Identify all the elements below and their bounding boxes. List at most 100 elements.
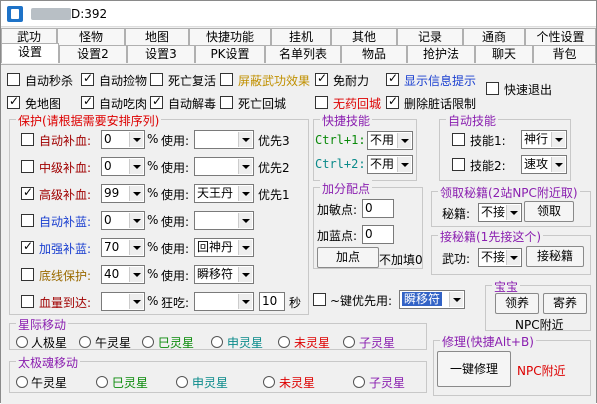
del-dirty-checkbox[interactable] (386, 94, 399, 109)
mp-auto-value[interactable]: 0 (101, 211, 145, 230)
hp-mid-value[interactable]: 0 (101, 157, 145, 176)
skill1-checkbox[interactable] (452, 133, 465, 146)
add-point-button[interactable]: 加点 (317, 247, 379, 268)
mp-strong-value[interactable]: 70 (101, 238, 145, 257)
taiji-radio-1[interactable] (96, 376, 108, 388)
tab-settings[interactable]: 设置 (1, 43, 59, 63)
chevron-down-icon[interactable] (238, 213, 252, 228)
ctrl1-select[interactable]: 不用 (367, 131, 413, 150)
star-radio-5[interactable] (343, 336, 355, 348)
chevron-down-icon[interactable] (449, 292, 463, 307)
no-stamina-checkbox[interactable] (315, 71, 328, 86)
star-radio-0[interactable] (16, 336, 28, 348)
skill2-select[interactable]: 速攻 (521, 155, 567, 174)
tab-afk[interactable]: 挂机 (271, 28, 331, 46)
tab-settings2[interactable]: 设置2 (59, 45, 127, 63)
star-radio-3[interactable] (211, 336, 223, 348)
tab-pk-settings[interactable]: PK设置 (195, 45, 265, 63)
chevron-down-icon[interactable] (129, 213, 143, 228)
tab-other[interactable]: 其他 (331, 28, 397, 46)
chevron-down-icon[interactable] (129, 186, 143, 201)
hp-high-value[interactable]: 99 (101, 184, 145, 203)
taiji-radio-4[interactable] (353, 376, 365, 388)
chevron-down-icon[interactable] (129, 159, 143, 174)
baseline-checkbox[interactable] (21, 268, 34, 281)
tab-bag[interactable]: 背包 (533, 45, 596, 63)
hotkey-checkbox[interactable] (313, 293, 326, 306)
taiji-radio-0[interactable] (16, 376, 28, 388)
tab-record[interactable]: 记录 (397, 28, 463, 46)
repair-button[interactable]: 一键修理 (437, 351, 511, 387)
tab-shortcut[interactable]: 快捷功能 (189, 28, 271, 46)
taiji-radio-3[interactable] (263, 376, 275, 388)
taiji-radio-2[interactable] (176, 376, 188, 388)
chevron-down-icon[interactable] (506, 250, 520, 265)
baseline-value[interactable]: 40 (101, 265, 145, 284)
chevron-down-icon[interactable] (129, 132, 143, 147)
hp-reach-checkbox[interactable] (21, 295, 34, 308)
no-med-return-checkbox[interactable] (315, 96, 328, 109)
auto-pick-checkbox[interactable] (81, 71, 94, 86)
no-map-checkbox[interactable] (7, 94, 20, 109)
star-radio-4[interactable] (278, 336, 290, 348)
die-revive-checkbox[interactable] (150, 73, 163, 86)
auto-detox-checkbox[interactable] (150, 94, 163, 109)
baseline-item[interactable]: 瞬移符 (194, 265, 254, 284)
auto-kill-checkbox[interactable] (7, 73, 20, 86)
chevron-down-icon[interactable] (551, 132, 565, 147)
hotkey-select[interactable]: 瞬移符 (399, 290, 465, 309)
tab-trade[interactable]: 通商 (463, 28, 525, 46)
hp-reach-value[interactable] (101, 292, 145, 311)
blue-point-input[interactable]: 0 (362, 225, 394, 244)
receive-button[interactable]: 领取 (524, 201, 574, 222)
tab-grab-guard[interactable]: 抢护法 (407, 45, 475, 63)
mp-strong-item[interactable]: 回神丹 (194, 238, 254, 257)
tab-personal[interactable]: 个性设置 (525, 28, 596, 46)
chevron-down-icon[interactable] (129, 294, 143, 309)
chevron-down-icon[interactable] (238, 186, 252, 201)
chevron-down-icon[interactable] (551, 157, 565, 172)
block-martial-checkbox[interactable] (220, 73, 233, 86)
ctrl2-select[interactable]: 不用 (367, 155, 413, 174)
show-info-checkbox[interactable] (386, 71, 399, 86)
crazy-item[interactable] (194, 292, 254, 311)
chevron-down-icon[interactable] (238, 240, 252, 255)
die-return-checkbox[interactable] (220, 96, 233, 109)
chevron-down-icon[interactable] (238, 159, 252, 174)
chevron-down-icon[interactable] (397, 133, 411, 148)
hp-high-item[interactable]: 天王丹 (194, 184, 254, 203)
auto-eat-checkbox[interactable] (81, 94, 94, 109)
tab-monster[interactable]: 怪物 (57, 28, 125, 46)
chevron-down-icon[interactable] (238, 132, 252, 147)
crazy-seconds-input[interactable]: 10 (259, 292, 285, 311)
accept-book-button[interactable]: 接秘籍 (526, 246, 584, 267)
hp-auto-item[interactable] (194, 130, 254, 149)
hp-high-checkbox[interactable] (21, 185, 34, 200)
secret-book-select[interactable]: 不接 (478, 203, 522, 222)
adopt-button[interactable]: 领养 (495, 293, 539, 314)
skill2-checkbox[interactable] (452, 158, 465, 171)
chevron-down-icon[interactable] (238, 267, 252, 282)
quick-exit-checkbox[interactable] (486, 82, 499, 95)
chevron-down-icon[interactable] (506, 205, 520, 220)
tab-name-list[interactable]: 名单列表 (265, 45, 341, 63)
skill1-select[interactable]: 神行 (521, 130, 567, 149)
martial-select[interactable]: 不接 (478, 248, 522, 267)
tab-items[interactable]: 物品 (341, 45, 407, 63)
mp-strong-checkbox[interactable] (21, 239, 34, 254)
chevron-down-icon[interactable] (129, 267, 143, 282)
chevron-down-icon[interactable] (129, 240, 143, 255)
mp-auto-checkbox[interactable] (21, 214, 34, 227)
hp-auto-value[interactable]: 0 (101, 130, 145, 149)
hp-auto-checkbox[interactable] (21, 133, 34, 146)
chevron-down-icon[interactable] (397, 157, 411, 172)
star-radio-1[interactable] (79, 336, 91, 348)
tab-chat[interactable]: 聊天 (475, 45, 533, 63)
chevron-down-icon[interactable] (238, 294, 252, 309)
foster-button[interactable]: 寄养 (543, 293, 587, 314)
add-point-input[interactable]: 0 (362, 199, 394, 218)
hp-mid-item[interactable] (194, 157, 254, 176)
tab-settings3[interactable]: 设置3 (127, 45, 195, 63)
mp-auto-item[interactable] (194, 211, 254, 230)
hp-mid-checkbox[interactable] (21, 160, 34, 173)
